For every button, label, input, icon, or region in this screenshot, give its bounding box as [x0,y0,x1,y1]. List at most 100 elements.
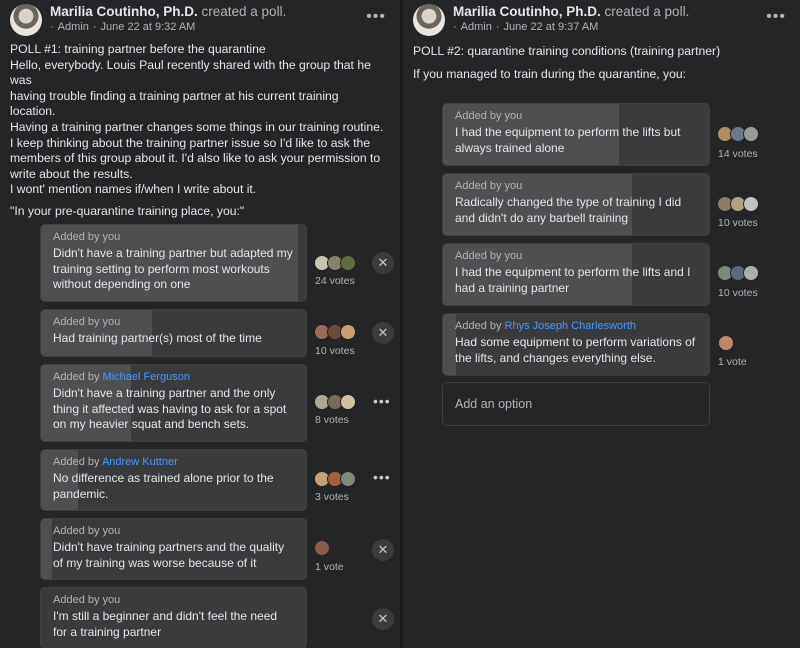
poll-post-1: Marilia Coutinho, Ph.D. created a poll. … [0,0,400,648]
added-by-prefix: Added by [53,456,100,468]
option-label: Didn't have a training partner and the o… [53,386,287,431]
close-icon[interactable]: ✕ [372,539,394,561]
option-label: No difference as trained alone prior to … [53,471,274,501]
poll-question: "In your pre-quarantine training place, … [10,203,245,218]
added-by-line: Added by you [53,594,294,607]
post-meta: · Admin · June 22 at 9:32 AM [50,21,195,33]
post-action: created a poll. [201,4,287,19]
added-by-line: Added by Rhys Joseph Charlesworth [455,320,697,333]
vote-count[interactable]: 24 votes [315,275,355,287]
added-by-prefix: Added by [455,110,502,122]
option-label: I'm still a beginner and didn't feel the… [53,609,278,639]
post-date[interactable]: June 22 at 9:32 AM [101,21,196,33]
post-options-icon[interactable]: ••• [766,8,786,26]
voter-avatar[interactable] [743,126,759,142]
voter-avatar[interactable] [314,540,330,556]
poll-option[interactable]: Added by you Didn't have a training part… [40,224,307,302]
voter-avatar[interactable] [340,255,356,271]
added-by-prefix: Added by [53,316,100,328]
more-options-icon[interactable]: ••• [373,469,391,485]
post-meta: · Admin · June 22 at 9:37 AM [453,21,598,33]
poll-post-2: Marilia Coutinho, Ph.D. created a poll. … [403,0,800,648]
voter-avatars[interactable] [314,324,356,340]
more-options-icon[interactable]: ••• [373,393,391,409]
added-by-name: you [102,525,121,537]
voter-avatars[interactable] [314,540,330,556]
option-label: Had training partner(s) most of the time [53,331,262,345]
added-by-name: you [504,250,523,262]
author-avatar[interactable] [10,4,42,36]
body-line: Having a training partner changes some t… [10,119,384,134]
option-label: Didn't have training partners and the qu… [53,540,285,570]
added-by-prefix: Added by [455,320,502,332]
added-by-prefix: Added by [455,250,502,262]
added-by-prefix: Added by [53,231,100,243]
dot-icon: · [453,21,457,33]
voter-avatars[interactable] [314,471,356,487]
poll-option[interactable]: Added by you I had the equipment to perf… [442,103,710,166]
body-line: write about the results. [10,166,133,181]
poll-option[interactable]: Added by you I'm still a beginner and di… [40,587,307,648]
option-label: I had the equipment to perform the lifts… [455,265,691,295]
post-body: POLL #1: training partner before the qua… [10,42,395,220]
added-by-line: Added by you [53,525,294,538]
author-name[interactable]: Marilia Coutinho, Ph.D. [50,4,198,19]
added-by-line: Added by Andrew Kuttner [53,456,294,469]
poll-option[interactable]: Added by you Didn't have training partne… [40,518,307,580]
voter-avatar[interactable] [340,324,356,340]
added-by-line: Added by you [53,231,294,244]
voter-avatars[interactable] [717,265,759,281]
body-line: Hello, everybody. Louis Paul recently sh… [10,57,371,88]
vote-count[interactable]: 1 vote [718,356,747,368]
voter-avatar[interactable] [340,471,356,487]
poll-option[interactable]: Added by you Had training partner(s) mos… [40,309,307,357]
post-options-icon[interactable]: ••• [366,8,386,26]
vote-count[interactable]: 1 vote [315,561,344,573]
voter-avatar[interactable] [718,335,734,351]
add-option-input[interactable]: Add an option [442,382,710,426]
body-line: members of this group about it. I'd also… [10,151,381,166]
added-by-prefix: Added by [53,594,100,606]
author-avatar[interactable] [413,4,445,36]
added-by-name: you [102,594,121,606]
vote-count[interactable]: 3 votes [315,491,349,503]
voter-avatars[interactable] [717,196,759,212]
body-line: POLL #1: training partner before the qua… [10,42,266,56]
voter-avatars[interactable] [314,255,356,271]
voter-avatar[interactable] [743,196,759,212]
poll-option[interactable]: Added by Michael Ferguson Didn't have a … [40,364,307,442]
poll-option[interactable]: Added by Andrew Kuttner No difference as… [40,449,307,511]
voter-avatar[interactable] [743,265,759,281]
vote-count[interactable]: 14 votes [718,148,758,160]
added-by-prefix: Added by [53,525,100,537]
body-line: I wont' mention names if/when I write ab… [10,182,257,197]
poll-option[interactable]: Added by you I had the equipment to perf… [442,243,710,306]
voter-avatar[interactable] [340,394,356,410]
poll-option[interactable]: Added by Rhys Joseph Charlesworth Had so… [442,313,710,376]
added-by-link[interactable]: Michael Ferguson [103,371,190,383]
voter-avatars[interactable] [314,394,356,410]
added-by-name: you [102,316,121,328]
post-action: created a poll. [604,4,690,19]
vote-count[interactable]: 8 votes [315,414,349,426]
body-line: POLL #2: quarantine training conditions … [413,44,721,58]
added-by-name: you [504,110,523,122]
admin-badge: Admin [460,21,492,33]
post-date[interactable]: June 22 at 9:37 AM [504,21,599,33]
vote-count[interactable]: 10 votes [718,217,758,229]
added-by-line: Added by you [455,250,697,263]
voter-avatars[interactable] [717,126,759,142]
close-icon[interactable]: ✕ [372,608,394,630]
vote-count[interactable]: 10 votes [718,287,758,299]
poll-option[interactable]: Added by you Radically changed the type … [442,173,710,236]
added-by-link[interactable]: Andrew Kuttner [102,456,178,468]
added-by-line: Added by you [455,110,697,123]
added-by-link[interactable]: Rhys Joseph Charlesworth [505,320,636,332]
voter-avatars[interactable] [718,335,734,351]
body-line: If you managed to train during the quara… [413,67,687,81]
added-by-name: you [102,231,121,243]
close-icon[interactable]: ✕ [372,252,394,274]
close-icon[interactable]: ✕ [372,322,394,344]
author-name[interactable]: Marilia Coutinho, Ph.D. [453,4,601,19]
vote-count[interactable]: 10 votes [315,345,355,357]
